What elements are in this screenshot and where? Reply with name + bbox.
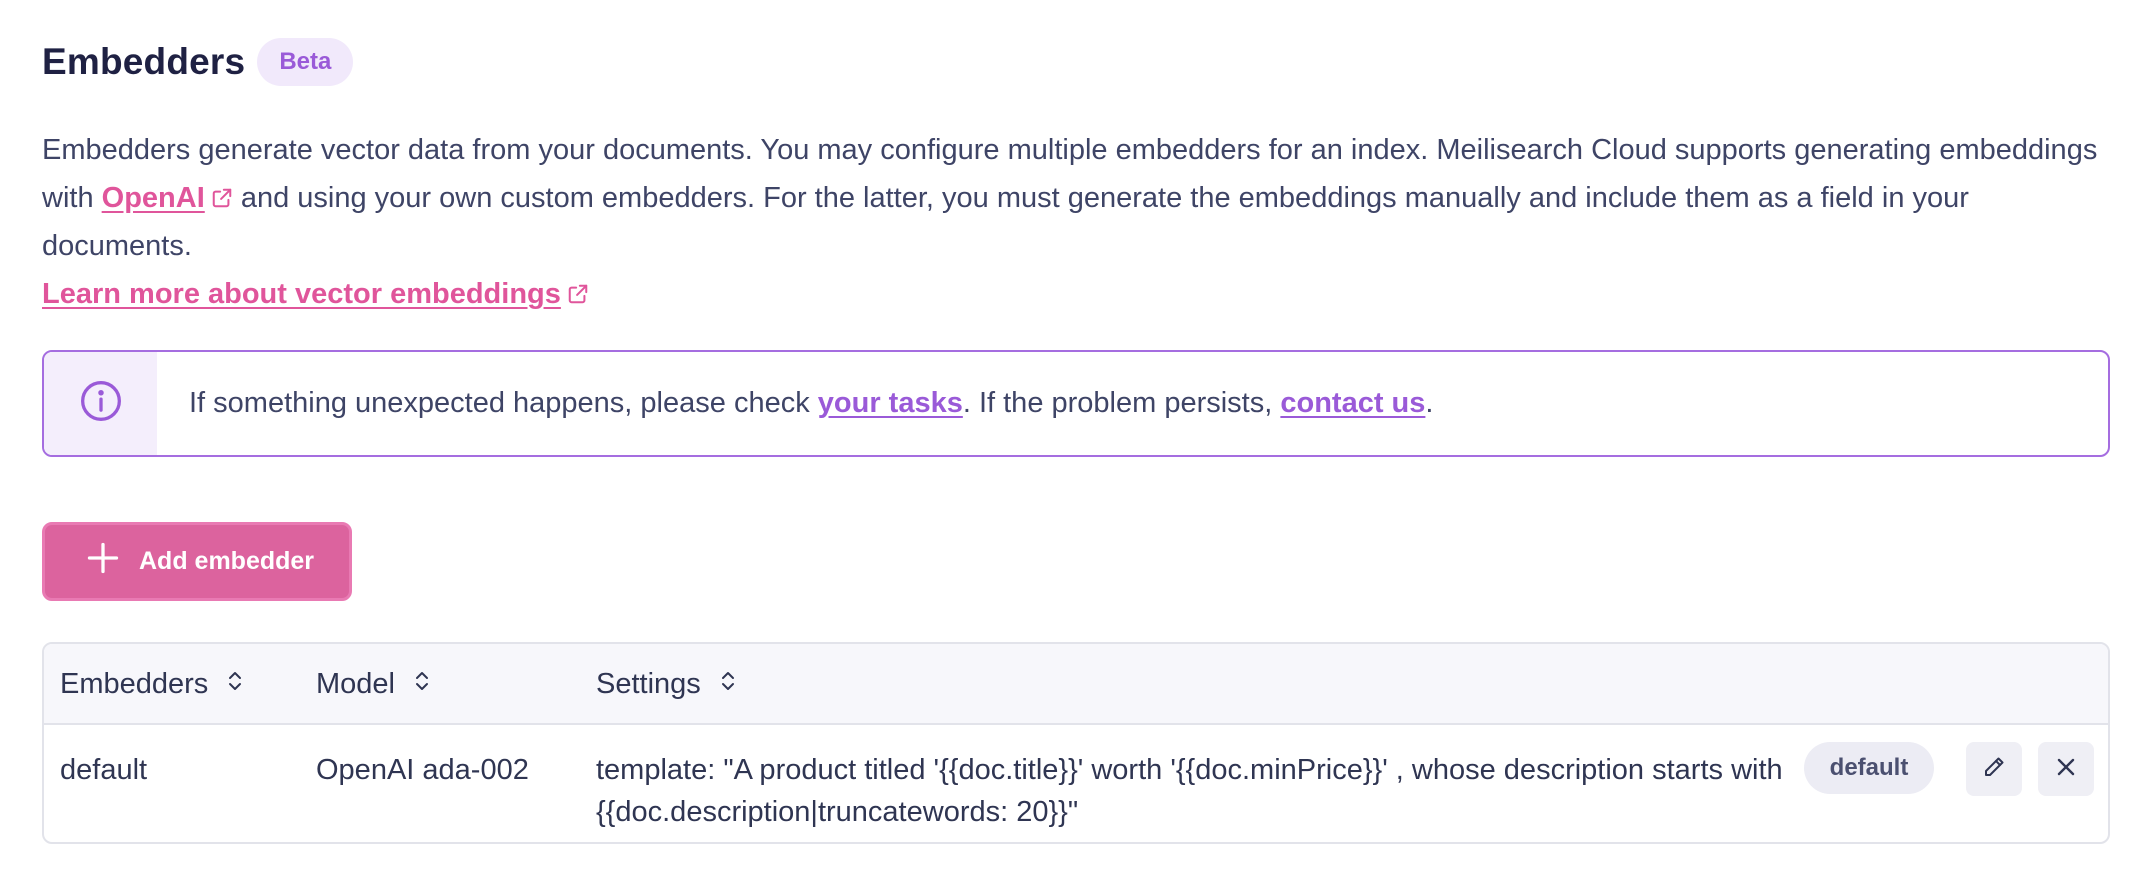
alert-text-2: . If the problem persists, — [962, 387, 1273, 419]
default-badge: default — [1804, 742, 1934, 794]
sort-icon — [719, 668, 737, 701]
embedder-settings: template: "A product titled '{{doc.title… — [596, 754, 1783, 828]
plus-icon — [85, 540, 121, 583]
external-link-icon — [211, 187, 233, 209]
contact-us-link[interactable]: contact us — [1280, 387, 1425, 420]
add-embedder-label: Add embedder — [139, 547, 315, 575]
page-title: Embedders — [42, 41, 246, 82]
column-header-label: Embedders — [60, 668, 209, 700]
learn-more-label: Learn more about vector embeddings — [42, 278, 561, 310]
openai-link-label: OpenAI — [101, 182, 205, 214]
embedders-description: Embedders generate vector data from your… — [42, 126, 2122, 270]
alert-text-3: . — [1425, 387, 1434, 419]
learn-more-row: Learn more about vector embeddings — [42, 278, 589, 311]
column-header-model[interactable]: Model — [316, 644, 431, 725]
your-tasks-link[interactable]: your tasks — [818, 387, 963, 420]
alert-text-1: If something unexpected happens, please … — [189, 387, 810, 419]
embedders-table: Embedders Model Settings default OpenAI … — [42, 642, 2110, 844]
column-header-settings[interactable]: Settings — [596, 644, 737, 725]
external-link-icon — [567, 283, 589, 305]
delete-embedder-button[interactable] — [2038, 742, 2094, 796]
description-text-2: and using your own custom embedders. For… — [42, 182, 1969, 262]
info-alert: If something unexpected happens, please … — [42, 350, 2110, 457]
edit-embedder-button[interactable] — [1966, 742, 2022, 796]
sort-icon — [413, 668, 431, 701]
pencil-icon — [1982, 755, 2006, 784]
alert-message: If something unexpected happens, please … — [157, 352, 1433, 455]
learn-more-link[interactable]: Learn more about vector embeddings — [42, 278, 561, 310]
beta-badge: Beta — [257, 38, 354, 86]
embedders-page: Embedders Beta Embedders generate vector… — [0, 0, 2152, 894]
column-header-label: Model — [316, 668, 395, 700]
column-header-embedders[interactable]: Embedders — [60, 644, 244, 725]
embedder-name: default — [60, 754, 148, 786]
embedder-model: OpenAI ada-002 — [316, 754, 529, 786]
table-header: Embedders Model Settings — [44, 644, 2108, 725]
page-header: Embedders Beta — [42, 38, 354, 86]
close-icon — [2054, 755, 2078, 784]
info-icon — [79, 379, 123, 428]
column-header-label: Settings — [596, 668, 701, 700]
table-row: default OpenAI ada-002 template: "A prod… — [44, 725, 2108, 842]
openai-link[interactable]: OpenAI — [102, 182, 205, 214]
alert-icon-box — [44, 352, 157, 455]
add-embedder-button[interactable]: Add embedder — [42, 522, 352, 601]
sort-icon — [226, 668, 244, 701]
